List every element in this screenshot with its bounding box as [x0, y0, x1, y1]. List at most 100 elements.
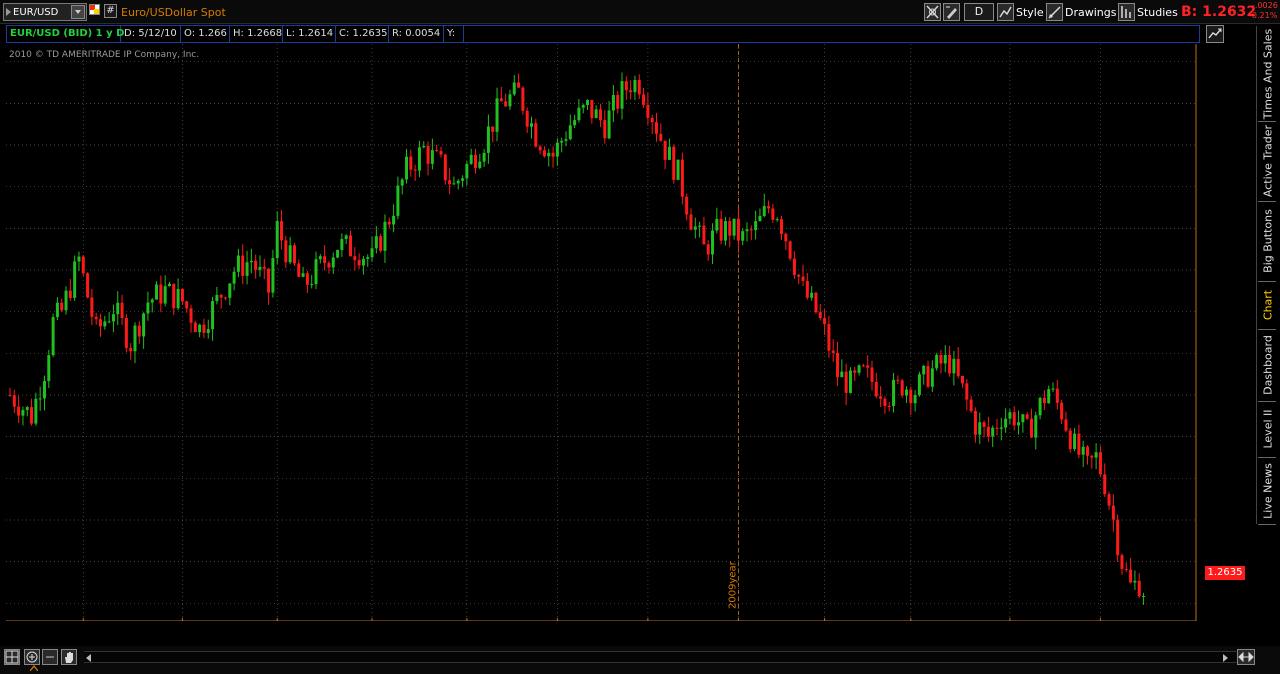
candle-body	[185, 301, 189, 309]
info-low: L: 1.2614	[283, 26, 336, 42]
price-chart[interactable]: 2009year 1.261.281.31.321.341.361.381.41…	[6, 44, 1200, 621]
candle-body	[443, 154, 447, 181]
candle-body	[348, 235, 352, 257]
side-tab-label: Dashboard	[1261, 335, 1274, 395]
candle-body	[60, 302, 64, 311]
studies-button[interactable]: Studies	[1137, 6, 1178, 19]
candle-body	[711, 230, 715, 255]
layout-grid-icon[interactable]	[4, 649, 20, 665]
candle-body	[47, 355, 51, 382]
candle-body	[25, 407, 29, 411]
candle-body	[560, 140, 564, 143]
candle-body	[120, 302, 124, 318]
candle-body	[577, 107, 581, 121]
candle-body	[267, 268, 271, 293]
candle-body	[189, 308, 193, 323]
candle-body	[771, 208, 775, 220]
flag-icon[interactable]	[89, 4, 100, 15]
pencil-icon[interactable]	[943, 3, 960, 21]
candle-body	[288, 245, 292, 263]
scroll-left-icon[interactable]	[86, 654, 91, 662]
candle-body	[646, 104, 650, 118]
side-tab-label: Level II	[1261, 409, 1274, 449]
side-tabs: Times And Sales Active Trader Big Buttons C…	[1256, 26, 1278, 525]
side-tab-active-trader[interactable]: Active Trader	[1256, 121, 1278, 201]
side-tab-label: Live News	[1261, 462, 1274, 519]
drawing-tool-icon[interactable]	[1046, 3, 1063, 21]
studies-icon[interactable]	[1118, 3, 1135, 21]
side-tab-big-buttons[interactable]: Big Buttons	[1256, 201, 1278, 281]
side-tab-live-news[interactable]: Live News	[1256, 457, 1278, 524]
candle-body	[1038, 397, 1042, 416]
side-tab-times-and-sales[interactable]: Times And Sales	[1256, 26, 1278, 121]
candle-body	[698, 225, 702, 227]
candle-body	[775, 219, 779, 221]
scroll-right-icon[interactable]	[1223, 654, 1228, 662]
candle-body	[961, 375, 965, 384]
candle-body	[749, 229, 753, 231]
period-button[interactable]: D	[964, 3, 994, 21]
style-button[interactable]: Style	[1016, 6, 1044, 19]
caret-icon	[6, 8, 11, 16]
expand-chart-icon[interactable]	[1237, 649, 1255, 665]
horizontal-scrollbar[interactable]	[84, 651, 1236, 663]
candle-body	[90, 297, 94, 317]
candle-body	[258, 266, 262, 270]
candle-body	[1068, 430, 1072, 450]
candle-body	[176, 289, 180, 309]
crosshair-icon[interactable]	[924, 3, 941, 21]
candle-body	[788, 241, 792, 259]
candle-body	[180, 289, 184, 302]
candle-body	[55, 302, 59, 318]
symbol-input[interactable]	[13, 5, 69, 19]
chevron-down-icon[interactable]	[71, 5, 85, 19]
candle-body	[913, 395, 917, 404]
candle-body	[1094, 452, 1098, 458]
candle-body	[1051, 388, 1055, 390]
drawings-button[interactable]: Drawings	[1065, 6, 1116, 19]
candle-body	[155, 284, 159, 300]
info-close: C: 1.2635	[336, 26, 389, 42]
candle-body	[1116, 519, 1120, 556]
candle-body	[340, 239, 344, 250]
candle-body	[499, 98, 503, 102]
symbol-selector[interactable]	[3, 3, 87, 21]
info-y: Y:	[444, 26, 464, 42]
candle-body	[314, 259, 318, 285]
side-tab-label: Times And Sales	[1261, 28, 1274, 119]
chart-settings-icon[interactable]	[1206, 25, 1224, 43]
candle-body	[542, 150, 546, 157]
candle-body	[969, 399, 973, 412]
info-open: O: 1.266	[181, 26, 230, 42]
candle-body	[870, 367, 874, 382]
side-tab-level-ii[interactable]: Level II	[1256, 401, 1278, 457]
side-tab-dashboard[interactable]: Dashboard	[1256, 329, 1278, 401]
zoom-out-icon[interactable]	[42, 649, 58, 665]
pan-hand-icon[interactable]	[61, 649, 77, 665]
candle-body	[331, 257, 335, 268]
candle-body	[383, 221, 387, 251]
zoom-in-icon[interactable]	[24, 649, 40, 665]
candle-body	[491, 126, 495, 132]
candle-body	[633, 79, 637, 93]
candle-body	[978, 422, 982, 435]
candle-body	[935, 354, 939, 369]
candle-body	[103, 321, 107, 327]
candle-body	[762, 206, 766, 216]
side-tab-label: Active Trader	[1261, 124, 1274, 198]
candle-body	[1142, 596, 1146, 598]
hash-button[interactable]: #	[104, 4, 117, 18]
side-tab-chart[interactable]: Chart	[1256, 281, 1278, 329]
chart-style-icon[interactable]	[997, 3, 1014, 21]
candle-body	[1017, 422, 1021, 426]
candle-body	[1029, 418, 1033, 438]
candle-body	[280, 221, 284, 241]
candle-body	[982, 422, 986, 427]
candle-body	[392, 215, 396, 225]
candle-body	[629, 90, 633, 93]
candle-body	[779, 219, 783, 234]
candle-body	[900, 380, 904, 396]
candle-body	[42, 381, 46, 399]
expand-up-icon[interactable]	[30, 665, 38, 671]
candle-body	[1077, 433, 1081, 455]
